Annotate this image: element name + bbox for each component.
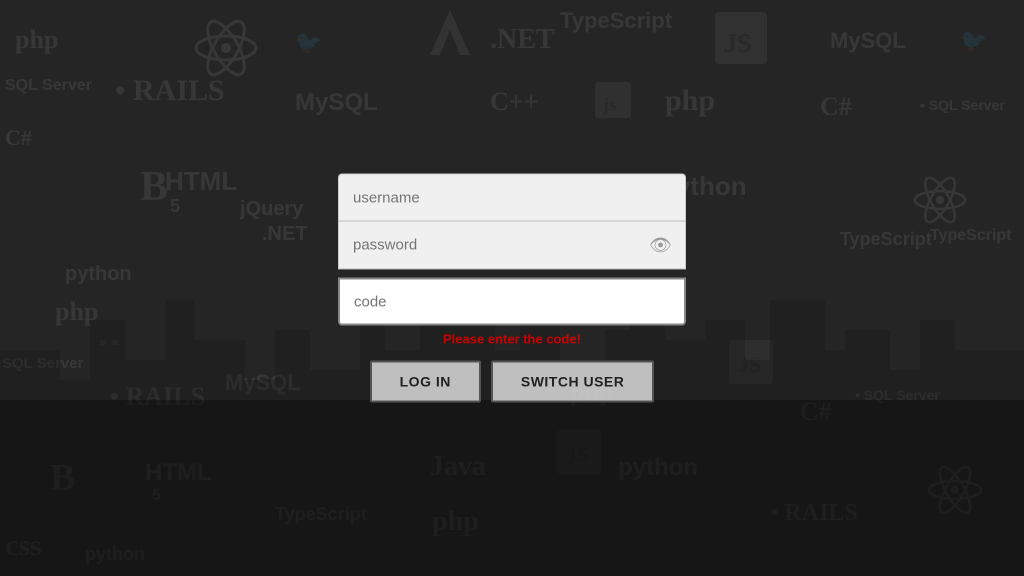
password-wrapper: 👁 xyxy=(338,222,686,270)
login-form: 👁 Please enter the code! LOG IN SWITCH U… xyxy=(332,174,692,403)
username-input[interactable] xyxy=(338,174,686,222)
login-button[interactable]: LOG IN xyxy=(370,361,481,403)
switch-user-button[interactable]: SWITCH USER xyxy=(491,361,655,403)
error-message: Please enter the code! xyxy=(443,332,581,347)
code-wrapper xyxy=(338,278,686,326)
code-input[interactable] xyxy=(338,278,686,326)
form-buttons: LOG IN SWITCH USER xyxy=(370,361,655,403)
password-input[interactable] xyxy=(338,222,686,270)
show-password-icon[interactable]: 👁 xyxy=(649,235,672,256)
